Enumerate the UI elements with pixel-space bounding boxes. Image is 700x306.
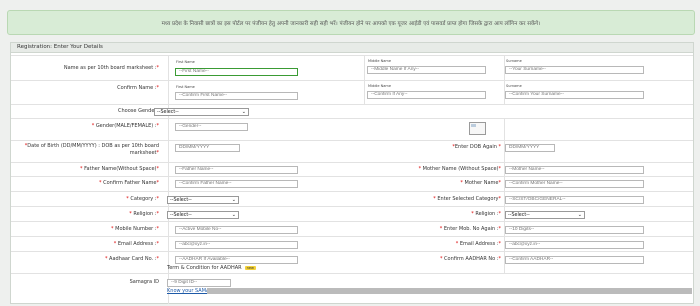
- column-separator: [168, 222, 169, 237]
- aadhar-row: * Aadhaar Card No. :* Term & Condition f…: [11, 251, 693, 274]
- selected-category-input[interactable]: [505, 196, 644, 204]
- father-name-input[interactable]: [175, 166, 298, 174]
- religion-select[interactable]: --Select-- ⌄: [167, 211, 239, 219]
- name-row: Name as per 10th board marksheet :* Firs…: [11, 55, 693, 81]
- email2-input[interactable]: [505, 241, 644, 249]
- column-separator: [168, 163, 169, 177]
- panel-title: Registration: Enter Your Details: [11, 43, 693, 53]
- confirm-father-mother-row: * Confirm Father Name* * Mother Name*: [11, 176, 693, 192]
- confirm-father-input[interactable]: [175, 180, 298, 188]
- surname-input[interactable]: [505, 66, 644, 74]
- dob-again-input[interactable]: [505, 144, 555, 152]
- confirm-aadhar-input[interactable]: [505, 256, 644, 264]
- first-name-caption: First Name: [176, 60, 195, 64]
- notice-text: मध्य प्रदेश के निवासी छात्रों का इस पोर्…: [161, 20, 541, 27]
- gender-text-label: * Gender(MALE/FEMALE) :*: [91, 123, 159, 129]
- religion2-value: --Select--: [508, 213, 530, 218]
- confirm-first-name-input[interactable]: [175, 92, 298, 100]
- confirm-surname-caption: Surname: [506, 84, 522, 88]
- column-separator: [168, 119, 169, 141]
- choose-gender-value: --Select--: [157, 110, 179, 115]
- gender-text-input[interactable]: [175, 123, 248, 131]
- chevron-down-icon: ⌄: [231, 212, 236, 218]
- aadhar-terms-text: Term & Condition for AADHAR: [167, 265, 242, 271]
- category-select[interactable]: --Select-- ⌄: [167, 196, 239, 204]
- mother-name-input[interactable]: [505, 166, 644, 174]
- mother-name-label: * Mother Name (Without Space)*: [418, 166, 501, 172]
- horizontal-scrollbar[interactable]: [207, 288, 692, 294]
- registration-panel: Registration: Enter Your Details Name as…: [10, 42, 694, 304]
- religion-value: --Select--: [170, 213, 192, 218]
- column-separator: [364, 81, 365, 105]
- mobile-again-input[interactable]: [505, 226, 644, 234]
- choose-gender-row: Choose Gender* --Select-- ⌄: [11, 104, 693, 119]
- first-name-input[interactable]: [175, 68, 298, 76]
- column-separator: [364, 56, 365, 81]
- choose-gender-label: Choose Gender*: [118, 108, 159, 114]
- column-separator: [168, 56, 169, 81]
- captcha-image: [469, 122, 486, 135]
- middle-name-input[interactable]: [367, 66, 486, 74]
- mobile-input[interactable]: [175, 226, 298, 234]
- religion-row: * Religion :* --Select-- ⌄ * Religion :*…: [11, 206, 693, 222]
- mobile-label: * Mobile Number :*: [111, 226, 159, 232]
- middle-name-caption: Middle Name: [368, 59, 391, 63]
- religion2-label: * Religion :*: [471, 211, 501, 217]
- category-value: --Select--: [170, 198, 192, 203]
- gender-text-row: * Gender(MALE/FEMALE) :*: [11, 118, 693, 141]
- email2-label: * Email Address :*: [455, 241, 501, 247]
- confirm-first-caption: First Name: [176, 85, 195, 89]
- samagra-input[interactable]: [167, 279, 231, 287]
- email-row: * Email Address :* * Email Address :*: [11, 236, 693, 252]
- confirm-father-label: * Confirm Father Name*: [99, 180, 159, 186]
- dob-label: *Date of Birth (DD/MM/YYYY) : DOB as per…: [24, 143, 159, 156]
- column-separator: [168, 237, 169, 252]
- category-row: * Category :* --Select-- ⌄ * Enter Selec…: [11, 191, 693, 207]
- notice-banner: मध्य प्रदेश के निवासी छात्रों का इस पोर्…: [7, 10, 695, 35]
- aadhar-input[interactable]: [175, 256, 298, 264]
- confirm-name-label: Confirm Name :*: [117, 85, 159, 91]
- selected-category-label: * Enter Selected Category*: [433, 196, 501, 202]
- confirm-surname-input[interactable]: [505, 91, 644, 99]
- aadhar-label: * Aadhaar Card No. :*: [104, 256, 159, 262]
- samagra-label: Samagra ID: [129, 279, 159, 285]
- chevron-down-icon: ⌄: [577, 212, 582, 218]
- name-label: Name as per 10th board marksheet :*: [63, 65, 159, 71]
- column-separator: [504, 119, 505, 141]
- dob-input[interactable]: [175, 144, 240, 152]
- father-mother-row: * Father Name(Without Space)* * Mother N…: [11, 162, 693, 177]
- confirm-aadhar-label: * Confirm AADHAR No :*: [439, 256, 501, 262]
- confirm-mother-input[interactable]: [505, 180, 644, 188]
- chevron-down-icon: ⌄: [241, 109, 246, 115]
- father-name-label: * Father Name(Without Space)*: [80, 166, 159, 172]
- religion2-select[interactable]: --Select-- ⌄: [505, 211, 585, 219]
- new-badge: new: [244, 266, 256, 270]
- email-input[interactable]: [175, 241, 298, 249]
- confirm-name-row: Confirm Name :* First Name Middle Name S…: [11, 80, 693, 105]
- chevron-down-icon: ⌄: [231, 197, 236, 203]
- mobile-row: * Mobile Number :* * Enter Mob. No Again…: [11, 221, 693, 237]
- religion-label: * Religion :*: [129, 211, 159, 217]
- column-separator: [168, 177, 169, 192]
- column-separator: [168, 81, 169, 105]
- mobile-again-label: * Enter Mob. No Again :*: [439, 226, 501, 232]
- surname-caption: Surname: [506, 59, 522, 63]
- choose-gender-select[interactable]: --Select-- ⌄: [154, 108, 249, 116]
- confirm-mother-label: * Mother Name*: [460, 180, 501, 186]
- dob-again-label: *Enter DOB Again *: [452, 144, 501, 150]
- column-separator: [168, 141, 169, 163]
- confirm-middle-name-input[interactable]: [367, 91, 486, 99]
- aadhar-terms[interactable]: Term & Condition for AADHAR new: [167, 265, 256, 271]
- dob-row: *Date of Birth (DD/MM/YYYY) : DOB as per…: [11, 140, 693, 163]
- confirm-middle-caption: Middle Name: [368, 84, 391, 88]
- email-label: * Email Address :*: [113, 241, 159, 247]
- category-label: * Category :*: [126, 196, 159, 202]
